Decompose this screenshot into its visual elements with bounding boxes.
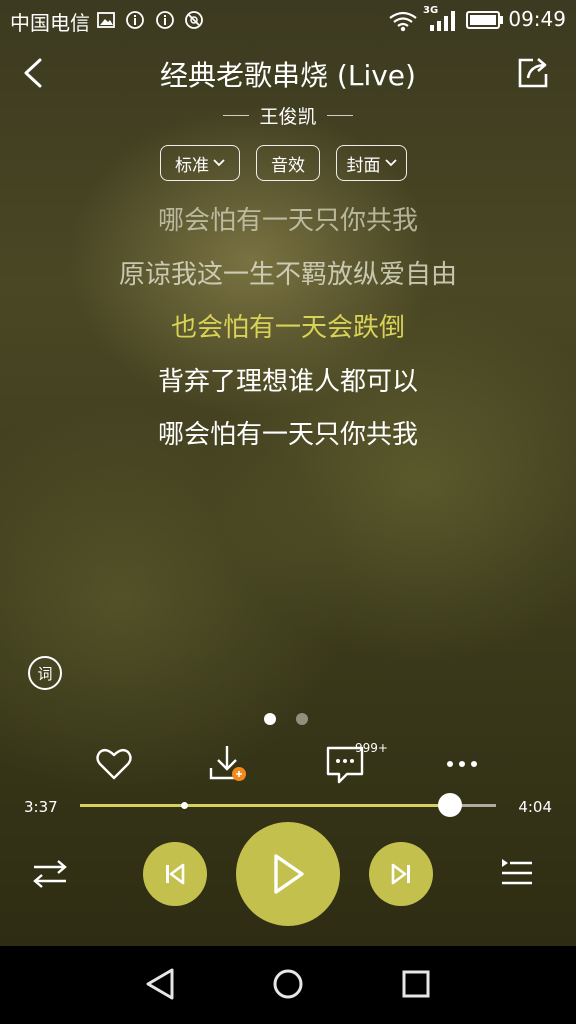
page-indicator-active [264,713,276,725]
sound-effects-label: 音效 [271,155,305,176]
next-button[interactable] [369,842,433,906]
battery-icon [466,11,503,29]
total-time: 4:04 [518,798,552,816]
artist-row[interactable]: 王俊凯 [0,102,576,129]
play-icon [274,854,304,894]
progress-bar[interactable] [80,793,496,817]
download-icon[interactable] [205,742,249,786]
heart-icon[interactable] [92,742,136,786]
nav-home-icon[interactable] [268,964,308,1004]
previous-button[interactable] [143,842,207,906]
skip-previous-icon [166,863,185,885]
cover-label: 封面 [346,155,381,176]
quality-dropdown[interactable]: 标准 [160,145,240,181]
system-nav-bar [0,946,576,1024]
more-icon[interactable] [440,742,484,786]
elapsed-time: 3:37 [24,798,58,816]
status-time: 09:49 [508,7,566,31]
image-icon [97,12,115,28]
sound-effects-button[interactable]: 音效 [256,145,320,181]
quality-label: 标准 [175,155,209,176]
lyrics-toggle-label: 词 [37,664,53,683]
lyric-line[interactable]: 哪会怕有一天只你共我 [0,414,576,451]
share-icon[interactable] [516,56,550,90]
lyric-line-current[interactable]: 也会怕有一天会跌倒 [0,307,576,344]
divider [223,115,250,116]
page-indicator [296,713,308,725]
nav-back-icon[interactable] [140,964,180,1004]
playlist-icon[interactable] [496,856,536,892]
blocked-app-icon [185,11,203,29]
info-icon [156,11,174,29]
song-title: 经典老歌串烧 (Live) [160,59,416,92]
lyric-line[interactable]: 背弃了理想谁人都可以 [0,361,576,398]
buffer-marker [181,802,188,809]
skip-next-icon [391,863,410,885]
signal-icon [430,11,455,31]
chevron-down-icon [213,159,225,167]
info-icon [126,11,144,29]
carrier-name: 中国电信 [10,11,90,35]
lyric-line[interactable]: 原谅我这一生不羁放纵爱自由 [0,254,576,291]
cover-dropdown[interactable]: 封面 [336,145,407,181]
lyrics-search-button[interactable]: 词 [28,656,62,690]
status-bar: 中国电信 3G 09:49 [0,0,576,40]
lyric-line[interactable]: 哪会怕有一天只你共我 [0,200,576,237]
nav-recents-icon[interactable] [396,964,436,1004]
wifi-icon [389,11,417,32]
progress-fill [80,804,451,807]
shuffle-icon[interactable] [30,856,70,892]
chevron-down-icon [384,159,397,167]
artist-name[interactable]: 王俊凯 [259,102,316,129]
comment-count-badge: 999+ [355,741,388,755]
divider [326,115,353,116]
play-button[interactable] [236,822,340,926]
